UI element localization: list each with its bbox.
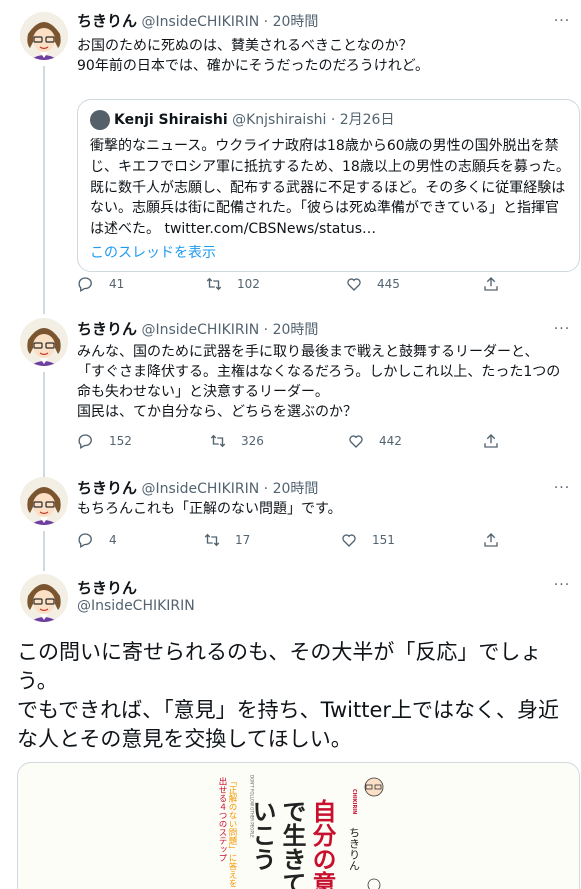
tweet-3[interactable]: ちきりん @InsideCHIKIRIN · 20時間 ··· もちろんこれも「… <box>0 477 581 571</box>
reply-count: 152 <box>109 434 132 448</box>
thread-line <box>43 66 45 314</box>
reply-icon <box>78 434 92 449</box>
retweet-count: 17 <box>235 533 251 547</box>
like-button[interactable]: 151 <box>340 531 395 549</box>
reply-button[interactable]: 41 <box>77 275 124 293</box>
reply-button[interactable]: 152 <box>77 432 132 450</box>
more-icon[interactable]: ··· <box>553 578 571 598</box>
avatar[interactable] <box>20 318 68 366</box>
share-icon <box>484 533 498 547</box>
book-cover: 「正解のない問題」に答えを 出せる４つのステップ DON'T FOLLOW OT… <box>214 763 414 889</box>
user-handle[interactable]: @InsideCHIKIRIN <box>141 481 259 497</box>
retweet-icon <box>210 434 226 448</box>
tweet-header: ちきりん @InsideCHIKIRIN · 20時間 <box>77 12 318 31</box>
retweet-count: 326 <box>241 434 264 448</box>
reply-count: 41 <box>109 277 125 291</box>
timestamp[interactable]: 20時間 <box>273 481 319 497</box>
share-icon <box>484 277 498 291</box>
tweet-text: お国のために死ぬのは、賛美されるべきことなのか？ 90年前の日本では、確かにそう… <box>77 38 429 74</box>
book-subtitle: 「正解のない問題」に答えを <box>227 777 237 888</box>
avatar-image <box>20 12 68 60</box>
tweet-header: ちきりん @InsideCHIKIRIN · 20時間 <box>77 479 318 498</box>
book-title-col2: で生きて <box>278 799 306 889</box>
tweet-text: みんな、国のために武器を手に取り最後まで戦えと鼓舞するリーダーと、 「すぐさま降… <box>77 344 561 420</box>
display-name[interactable]: ちきりん <box>77 577 137 598</box>
user-handle[interactable]: @InsideCHIKIRIN <box>141 322 259 338</box>
like-icon <box>347 278 361 291</box>
display-name[interactable]: ちきりん <box>77 320 137 338</box>
reply-icon <box>78 277 92 292</box>
more-icon[interactable]: ··· <box>553 322 571 342</box>
like-button[interactable]: 445 <box>345 275 400 293</box>
like-count: 442 <box>379 434 402 448</box>
tweet-actions: 4 17 151 <box>77 531 507 551</box>
tweet-actions: 41 102 445 <box>77 275 507 295</box>
avatar[interactable] <box>20 12 68 60</box>
avatar[interactable] <box>20 477 68 525</box>
retweet-button[interactable]: 17 <box>203 531 250 549</box>
user-handle[interactable]: @InsideCHIKIRIN <box>77 598 195 614</box>
like-button[interactable]: 442 <box>347 432 402 450</box>
share-button[interactable] <box>482 432 514 450</box>
like-count: 445 <box>377 277 400 291</box>
retweet-button[interactable]: 102 <box>205 275 260 293</box>
retweet-button[interactable]: 326 <box>209 432 264 450</box>
share-button[interactable] <box>482 531 514 549</box>
quote-header: Kenji Shiraishi @Knjshiraishi · 2月26日 <box>90 110 394 130</box>
book-title-col1: 自分の意 <box>308 798 336 889</box>
attached-image[interactable]: 「正解のない問題」に答えを 出せる４つのステップ DON'T FOLLOW OT… <box>17 762 580 889</box>
avatar-image <box>20 574 68 622</box>
user-handle[interactable]: @InsideCHIKIRIN <box>141 14 259 30</box>
avatar-image <box>20 318 68 366</box>
retweet-count: 102 <box>237 277 260 291</box>
separator: · <box>259 14 273 30</box>
book-author: ちきりん <box>348 827 361 871</box>
thread-line <box>43 372 45 482</box>
quote-handle: @Knjshiraishi <box>232 112 327 128</box>
separator: · <box>326 112 340 128</box>
show-thread-link[interactable]: このスレッドを表示 <box>90 242 216 262</box>
book-title-col3: いこう <box>248 799 276 871</box>
like-icon <box>342 534 356 547</box>
display-name[interactable]: ちきりん <box>77 479 137 497</box>
timestamp[interactable]: 20時間 <box>273 322 319 338</box>
book-subtitle-line1: 「正解のない問題」に答えを <box>227 777 237 888</box>
book-author-label: CHIKIRIN <box>351 789 357 814</box>
share-icon <box>484 434 498 448</box>
share-button[interactable] <box>482 275 514 293</box>
thread-line <box>43 531 45 571</box>
quote-timestamp: 2月26日 <box>339 112 395 128</box>
quote-display-name: Kenji Shiraishi <box>114 112 228 128</box>
more-icon[interactable]: ··· <box>553 14 571 34</box>
like-count: 151 <box>372 533 395 547</box>
reply-icon <box>78 533 92 548</box>
quote-avatar <box>90 110 110 130</box>
avatar[interactable] <box>20 574 68 622</box>
avatar-image <box>20 477 68 525</box>
tweet-actions: 152 326 442 <box>77 432 507 452</box>
retweet-icon <box>206 277 222 291</box>
reply-button[interactable]: 4 <box>77 531 117 549</box>
tweet-1[interactable]: ちきりん @InsideCHIKIRIN · 20時間 ··· お国のために死ぬ… <box>0 12 581 314</box>
timestamp[interactable]: 20時間 <box>273 14 319 30</box>
separator: · <box>259 481 273 497</box>
tweet-header: ちきりん @InsideCHIKIRIN · 20時間 <box>77 320 318 339</box>
book-subtitle-line2: 出せる４つのステップ <box>217 776 227 862</box>
display-name[interactable]: ちきりん <box>77 12 137 30</box>
retweet-icon <box>204 533 220 547</box>
tweet-text: この問いに寄せられるのも、その大半が「反応」でしょう。 でもできれば、「意見」を… <box>17 640 560 751</box>
tweet-text: もちろんこれも「正解のない問題」です。 <box>77 501 342 517</box>
quote-tweet[interactable]: Kenji Shiraishi @Knjshiraishi · 2月26日 衝撃… <box>77 99 580 272</box>
reply-count: 4 <box>109 533 117 547</box>
separator: · <box>259 322 273 338</box>
tweet-2[interactable]: ちきりん @InsideCHIKIRIN · 20時間 ··· みんな、国のため… <box>0 318 581 482</box>
like-icon <box>349 435 363 448</box>
quote-text: 衝撃的なニュース。ウクライナ政府は18歳から60歳の男性の国外脱出を禁じ、キエフ… <box>90 138 570 238</box>
